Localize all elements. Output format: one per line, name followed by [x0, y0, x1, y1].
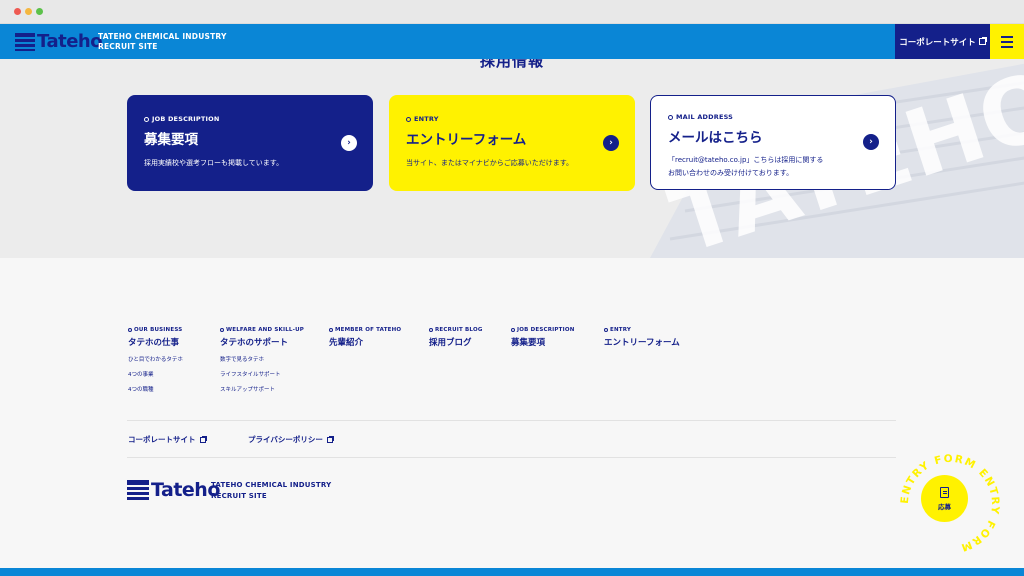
- arrow-circle-icon: [668, 114, 673, 120]
- footer-privacy-link[interactable]: プライバシーポリシー: [248, 434, 334, 445]
- logo-mark-icon: [15, 32, 35, 51]
- arrow-circle-icon: [511, 328, 515, 332]
- footer-nav-members: MEMBER OF TATEHO 先輩紹介: [329, 327, 402, 348]
- footer-nav-title[interactable]: 先輩紹介: [329, 336, 401, 348]
- arrow-circle-icon: [604, 328, 608, 332]
- bottom-bar: [0, 568, 1024, 576]
- logo-wordmark: Tateho: [37, 31, 103, 52]
- footer-nav-link[interactable]: 数字で見るタテホ: [220, 357, 304, 363]
- footer-nav-title[interactable]: エントリーフォーム: [604, 336, 680, 348]
- logo-mark-icon: [127, 480, 149, 500]
- job-description-card[interactable]: JOB DESCRIPTION 募集要項 採用実績校や選考フローも掲載しています…: [127, 95, 373, 191]
- arrow-circle-icon: [144, 116, 149, 122]
- hamburger-menu-button[interactable]: [990, 24, 1024, 59]
- site-header: Tateho TATEHO CHEMICAL INDUSTRY RECRUIT …: [0, 24, 1024, 59]
- footer-nav-business: OUR BUSINESS タテホの仕事 ひと目でわかるタテホ 4つの事業 4つの…: [128, 327, 183, 393]
- section-title: 採用情報: [479, 59, 544, 70]
- chevron-right-icon: ›: [603, 135, 619, 151]
- window-maximize-dot[interactable]: [36, 8, 43, 15]
- header-logo[interactable]: Tateho: [15, 30, 103, 53]
- logo-wordmark: Tateho: [151, 479, 220, 501]
- window-close-dot[interactable]: [14, 8, 21, 15]
- entry-badge-core[interactable]: 応募: [921, 475, 968, 522]
- footer-nav-entry: ENTRY エントリーフォーム: [604, 327, 680, 348]
- footer-nav-link[interactable]: 4つの事業: [128, 372, 183, 378]
- card-description: 採用実績校や選考フローも掲載しています。: [144, 159, 284, 167]
- entry-form-card[interactable]: ENTRY エントリーフォーム 当サイト、またはマイナビからご応募いただけます。…: [389, 95, 635, 191]
- footer-corporate-link[interactable]: コーポレートサイト: [128, 434, 207, 445]
- footer-divider: [127, 420, 896, 421]
- external-link-icon: [199, 435, 207, 443]
- header-subtitle: TATEHO CHEMICAL INDUSTRY RECRUIT SITE: [98, 32, 227, 51]
- mail-address-card[interactable]: MAIL ADDRESS メールはこちら 「recruit@tateho.co.…: [650, 95, 896, 190]
- chevron-right-icon: ›: [341, 135, 357, 151]
- site-footer: OUR BUSINESS タテホの仕事 ひと目でわかるタテホ 4つの事業 4つの…: [0, 258, 1024, 568]
- chevron-right-icon: ›: [863, 134, 879, 150]
- footer-nav-title[interactable]: タテホの仕事: [128, 336, 183, 348]
- card-title: 募集要項: [144, 132, 198, 148]
- browser-chrome: [0, 0, 1024, 24]
- recruit-info-section: TATEHO 採用情報 JOB DESCRIPTION 募集要項 採用実績校や選…: [0, 59, 1024, 258]
- card-description: 「recruit@tateho.co.jp」こちらは採用に関する お問い合わせの…: [668, 156, 824, 177]
- footer-nav-link[interactable]: ライフスタイルサポート: [220, 372, 304, 378]
- footer-nav-link[interactable]: ひと目でわかるタテホ: [128, 357, 183, 363]
- footer-nav-job: JOB DESCRIPTION 募集要項: [511, 327, 575, 348]
- arrow-circle-icon: [406, 116, 411, 122]
- corporate-site-button[interactable]: コーポレートサイト: [895, 24, 990, 59]
- footer-logo[interactable]: Tateho: [127, 478, 220, 502]
- arrow-circle-icon: [329, 328, 333, 332]
- footer-nav-link[interactable]: スキルアップサポート: [220, 387, 304, 393]
- footer-nav-support: WELFARE AND SKILL-UP タテホのサポート 数字で見るタテホ ラ…: [220, 327, 305, 393]
- external-link-icon: [978, 37, 987, 45]
- card-description: 当サイト、またはマイナビからご応募いただけます。: [406, 159, 574, 167]
- arrow-circle-icon: [128, 328, 132, 332]
- footer-logo-subtitle: TATEHO CHEMICAL INDUSTRY RECRUIT SITE: [211, 481, 332, 500]
- footer-nav-link[interactable]: 4つの職種: [128, 387, 183, 393]
- card-title: メールはこちら: [668, 130, 763, 146]
- window-minimize-dot[interactable]: [25, 8, 32, 15]
- document-icon: [940, 486, 949, 498]
- entry-form-badge[interactable]: ENTRY FORM ENTRY FORM 応募: [897, 451, 1003, 557]
- footer-divider: [127, 457, 896, 458]
- footer-nav-title[interactable]: 募集要項: [511, 336, 575, 348]
- footer-nav-blog: RECRUIT BLOG 採用ブログ: [429, 327, 483, 348]
- external-link-icon: [326, 435, 334, 443]
- hamburger-icon: [1001, 35, 1013, 38]
- card-title: エントリーフォーム: [406, 132, 527, 148]
- footer-nav-title[interactable]: タテホのサポート: [220, 336, 304, 348]
- arrow-circle-icon: [429, 328, 433, 332]
- footer-nav-title[interactable]: 採用ブログ: [429, 336, 483, 348]
- arrow-circle-icon: [220, 328, 224, 332]
